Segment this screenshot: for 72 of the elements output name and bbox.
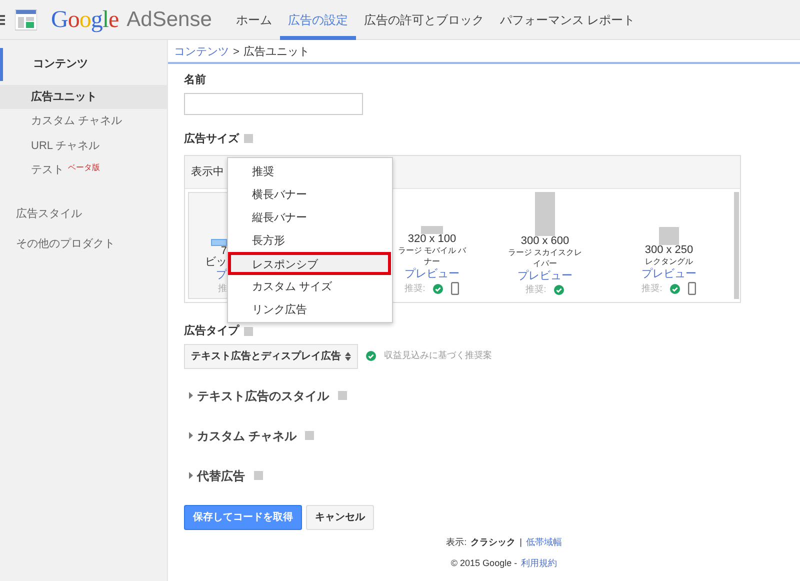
sidebar-item[interactable]: カスタム チャネル — [0, 109, 167, 134]
menu-item[interactable]: リンク広告 — [228, 298, 392, 321]
terms-link[interactable]: 利用規約 — [521, 557, 558, 570]
sidebar-item[interactable]: 広告ユニット — [0, 84, 167, 109]
breadcrumb-separator: > — [233, 45, 240, 58]
expand-arrow-icon[interactable] — [188, 472, 193, 479]
preview-link[interactable]: プレビュー — [404, 269, 460, 280]
help-icon[interactable] — [305, 431, 314, 440]
sidebar-item[interactable]: テスト ベータ版 — [0, 158, 167, 182]
recommended-label: 推 — [218, 283, 227, 294]
nav-tab[interactable]: パフォーマンス レポート — [492, 0, 644, 40]
size-name: レクタングル — [644, 256, 694, 267]
size-text: 300 x 250 — [644, 245, 694, 256]
scrollbar[interactable] — [734, 192, 739, 299]
section-label: 広告タイプ — [184, 325, 239, 337]
view-separator: | — [520, 536, 522, 549]
size-text: 320 x 100 — [408, 234, 456, 245]
menu-item[interactable]: カスタム サイズ — [228, 275, 392, 298]
section-toggle[interactable]: カスタム チャネル — [197, 426, 296, 444]
check-icon — [366, 351, 376, 361]
beta-label: ベータ版 — [68, 163, 100, 172]
sort-caret-icon — [345, 352, 351, 360]
view-mode-current: クラシック — [470, 536, 516, 548]
section-toggle[interactable]: テキスト広告のスタイル — [197, 386, 329, 404]
recommended-label: 推奨: — [642, 283, 662, 294]
google-logo: Google — [51, 8, 119, 32]
size-name: ラージ モバイル バナー — [396, 245, 468, 267]
sidebar-item[interactable]: URL チャネル — [0, 134, 167, 158]
copyright-text: © 2015 Google - — [450, 557, 518, 570]
size-name: ビッ — [205, 257, 227, 268]
size-text: 7 — [220, 246, 227, 257]
preview-link[interactable]: プ — [216, 270, 227, 281]
nav-tab[interactable]: 広告の設定 — [280, 0, 356, 40]
sidebar-item-label: テスト — [31, 164, 64, 176]
section-toggle[interactable]: 代替広告 — [197, 466, 245, 484]
menu-item[interactable]: レスポンシブ — [228, 252, 391, 275]
breadcrumb-link[interactable]: コンテンツ — [174, 44, 229, 58]
view-label: 表示: — [446, 536, 467, 548]
name-field[interactable] — [184, 92, 363, 114]
view-mode-link[interactable]: 低帯域幅 — [526, 536, 562, 549]
expand-arrow-icon[interactable] — [188, 392, 193, 399]
size-text: 300 x 600 — [520, 236, 570, 247]
filter-label: 表示中 — [191, 166, 224, 178]
hint-text: 収益見込みに基づく推奨案 — [384, 349, 492, 362]
menu-item[interactable]: 横長バナー — [228, 183, 392, 206]
preview-link[interactable]: プレビュー — [518, 271, 572, 282]
recommended-label: 推奨: — [526, 284, 546, 295]
menu-item[interactable]: 長方形 — [228, 229, 392, 252]
menu-icon[interactable] — [0, 14, 5, 24]
sidebar-item[interactable]: その他のプロダクト — [0, 229, 167, 260]
size-name: ラージ スカイスクレイパー — [508, 247, 582, 269]
field-label: 名前 — [184, 72, 207, 88]
menu-item[interactable]: 推奨 — [228, 160, 392, 183]
expand-arrow-icon[interactable] — [188, 432, 193, 439]
cancel-button[interactable]: キャンセル — [306, 504, 374, 530]
help-icon[interactable] — [244, 326, 253, 336]
product-name: AdSense — [126, 9, 212, 30]
help-icon[interactable] — [244, 134, 253, 144]
preview-link[interactable]: プレビュー — [642, 269, 696, 280]
section-label: 広告サイズ — [184, 132, 239, 144]
ad-size-card[interactable]: 7 ビッ プ 推 — [188, 192, 228, 299]
help-icon[interactable] — [254, 471, 263, 480]
ad-type-select[interactable]: テキスト広告とディスプレイ広告 — [184, 344, 358, 368]
recommended-label: 推奨: — [404, 283, 426, 294]
sidebar-item[interactable]: コンテンツ — [0, 48, 167, 80]
adsense-logo-icon — [15, 8, 37, 30]
menu-item[interactable]: 縦長バナー — [228, 206, 392, 229]
nav-tab[interactable]: ホーム — [228, 0, 280, 40]
help-icon[interactable] — [338, 391, 347, 400]
breadcrumb-current: 広告ユニット — [243, 44, 310, 58]
nav-tab[interactable]: 広告の許可とブロック — [356, 0, 492, 40]
sidebar-item[interactable]: 広告スタイル — [0, 198, 167, 229]
